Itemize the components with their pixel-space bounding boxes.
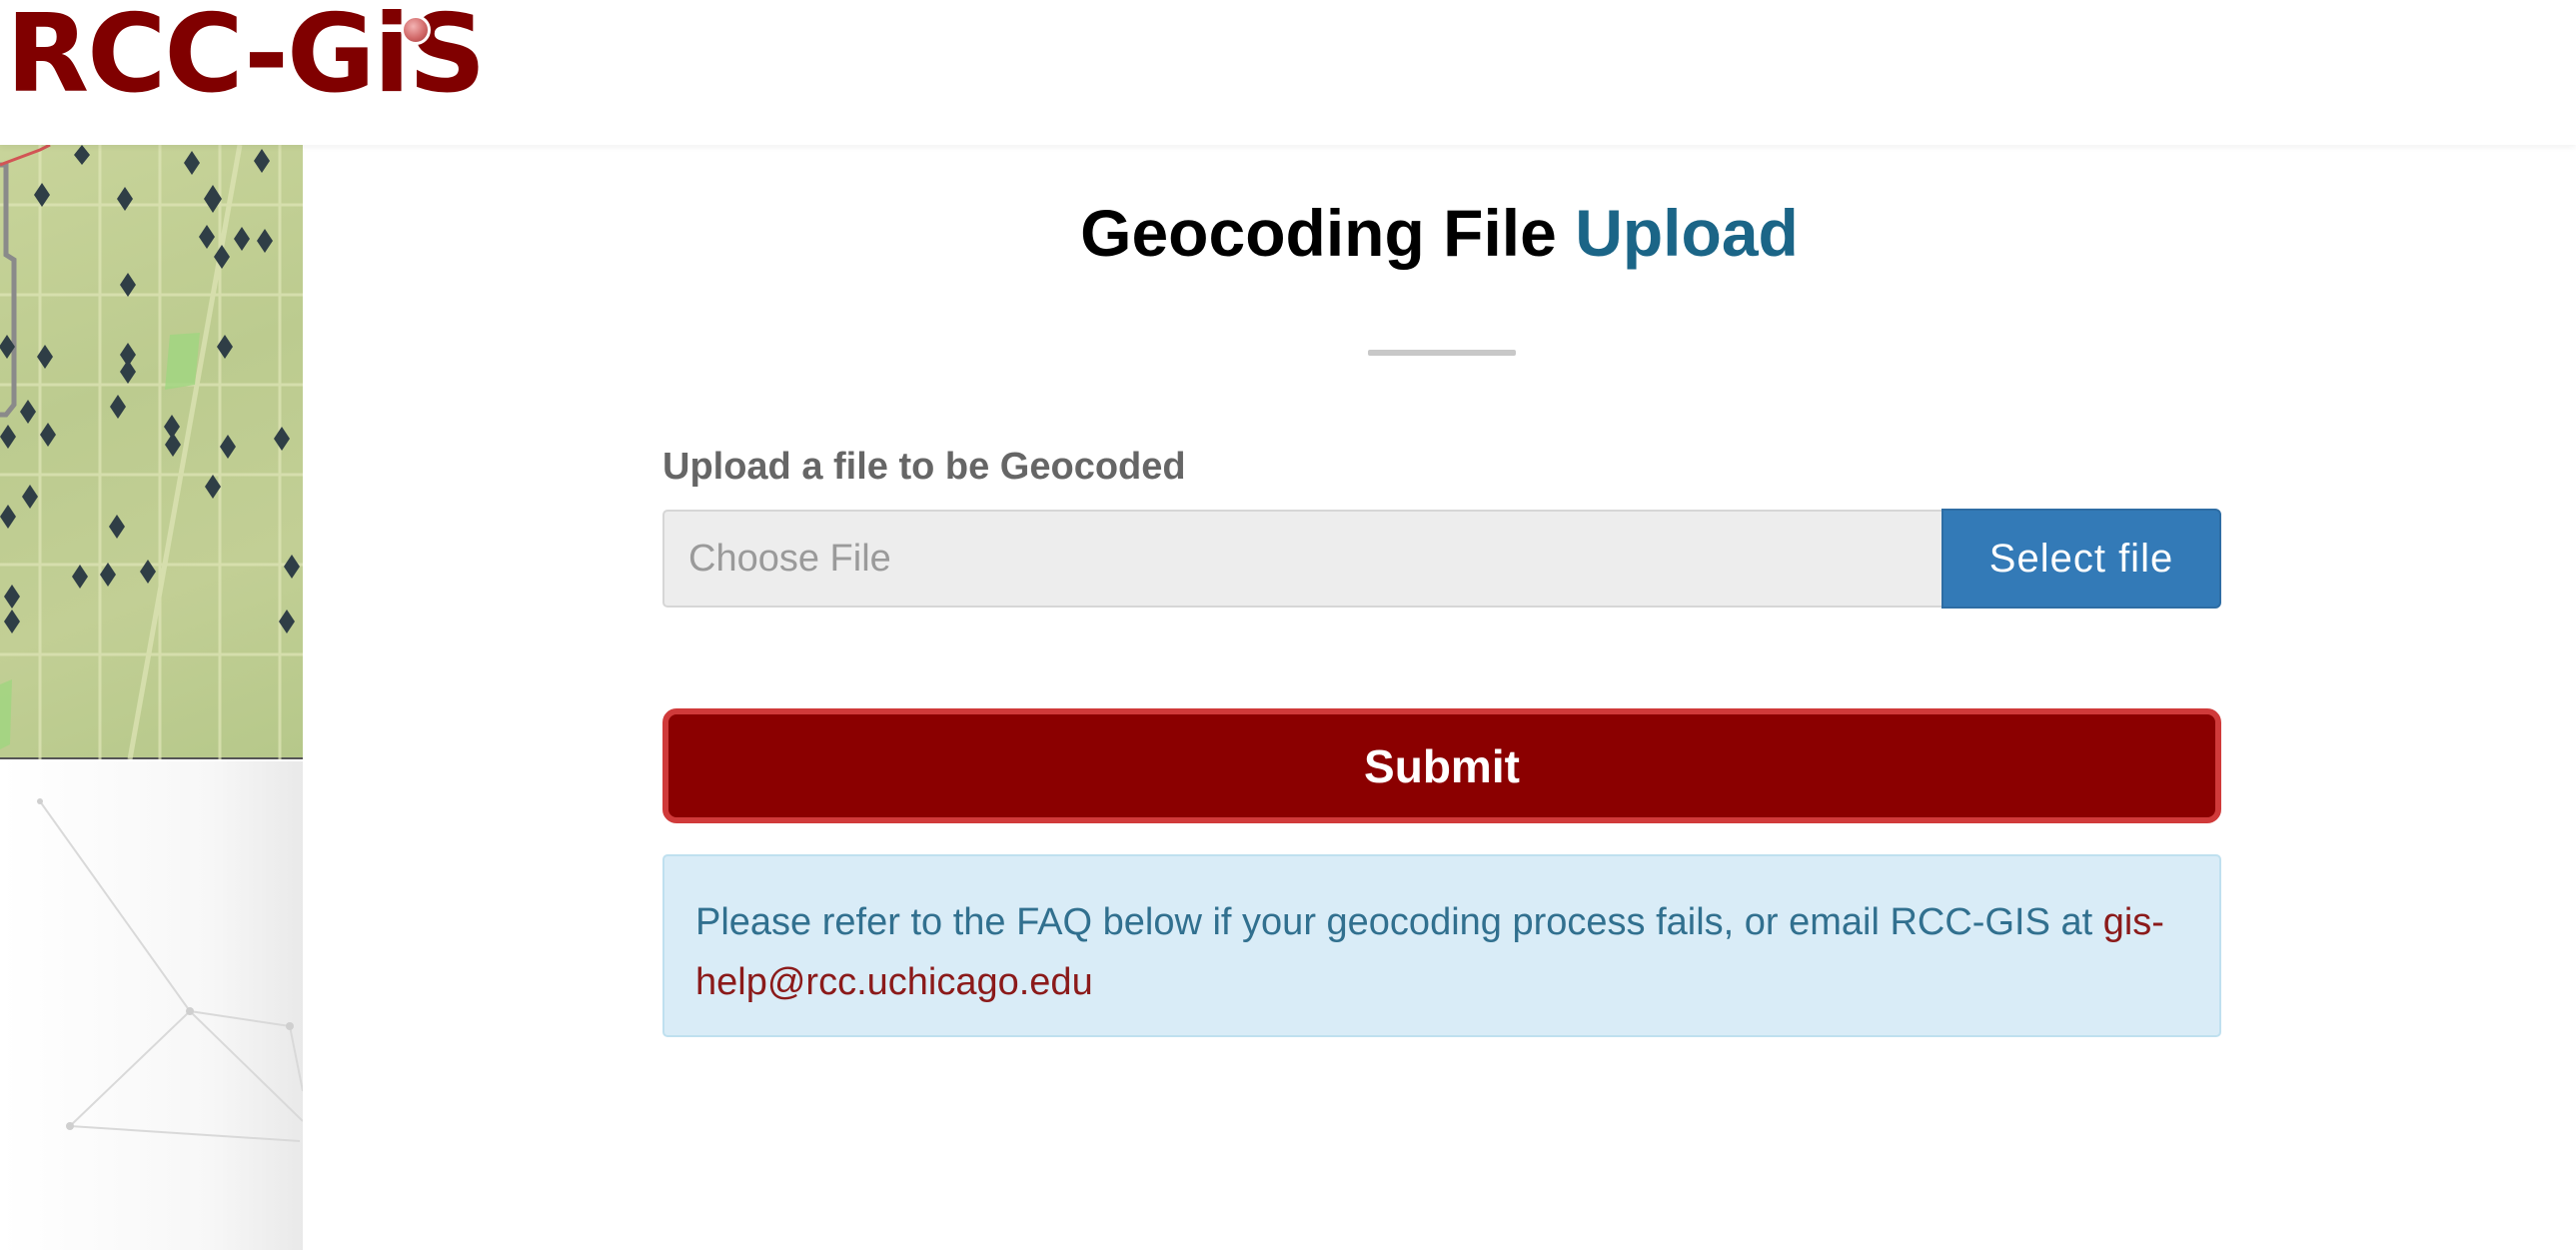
file-input-placeholder: Choose File [688, 537, 891, 580]
file-input-field[interactable]: Choose File [662, 510, 1942, 608]
page-title-accent: Upload [1575, 196, 1799, 270]
background-map-image [0, 145, 303, 759]
map-graphic [0, 145, 303, 759]
page-title: Geocoding File Upload [303, 195, 2576, 271]
info-alert: Please refer to the FAQ below if your ge… [662, 854, 2221, 1037]
info-alert-text: Please refer to the FAQ below if your ge… [695, 901, 2103, 943]
upload-field-label: Upload a file to be Geocoded [662, 446, 1186, 488]
logo-dot-icon [401, 15, 431, 45]
decorative-network-background [0, 761, 303, 1250]
title-divider [1368, 350, 1516, 356]
page-title-main: Geocoding File [1080, 196, 1557, 270]
site-header: RCC-GiS [0, 0, 2576, 145]
select-file-button[interactable]: Select file [1941, 509, 2221, 609]
network-lines-graphic [37, 798, 303, 1142]
side-map-panel [0, 145, 303, 1250]
submit-button[interactable]: Submit [662, 708, 2221, 823]
